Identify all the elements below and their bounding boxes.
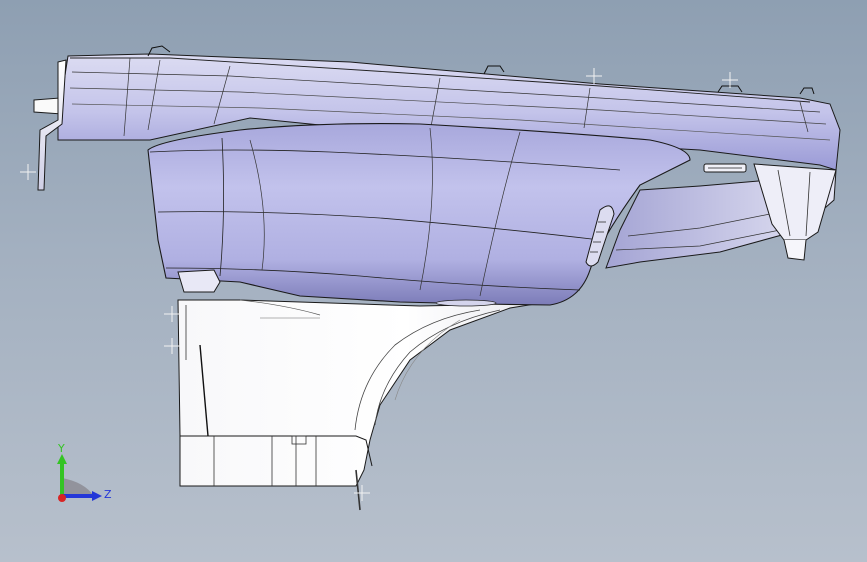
z-axis-label: Z xyxy=(104,488,112,501)
cad-part-model[interactable] xyxy=(0,0,867,562)
coordinate-triad: Y Z xyxy=(40,438,120,513)
lower-body xyxy=(177,299,561,511)
main-housing xyxy=(147,123,691,307)
x-axis-point xyxy=(58,494,66,502)
cad-graphics-viewport[interactable]: Y Z xyxy=(0,0,867,562)
y-axis-label: Y xyxy=(57,442,65,455)
coordinate-triad-icon: Y Z xyxy=(57,442,112,502)
